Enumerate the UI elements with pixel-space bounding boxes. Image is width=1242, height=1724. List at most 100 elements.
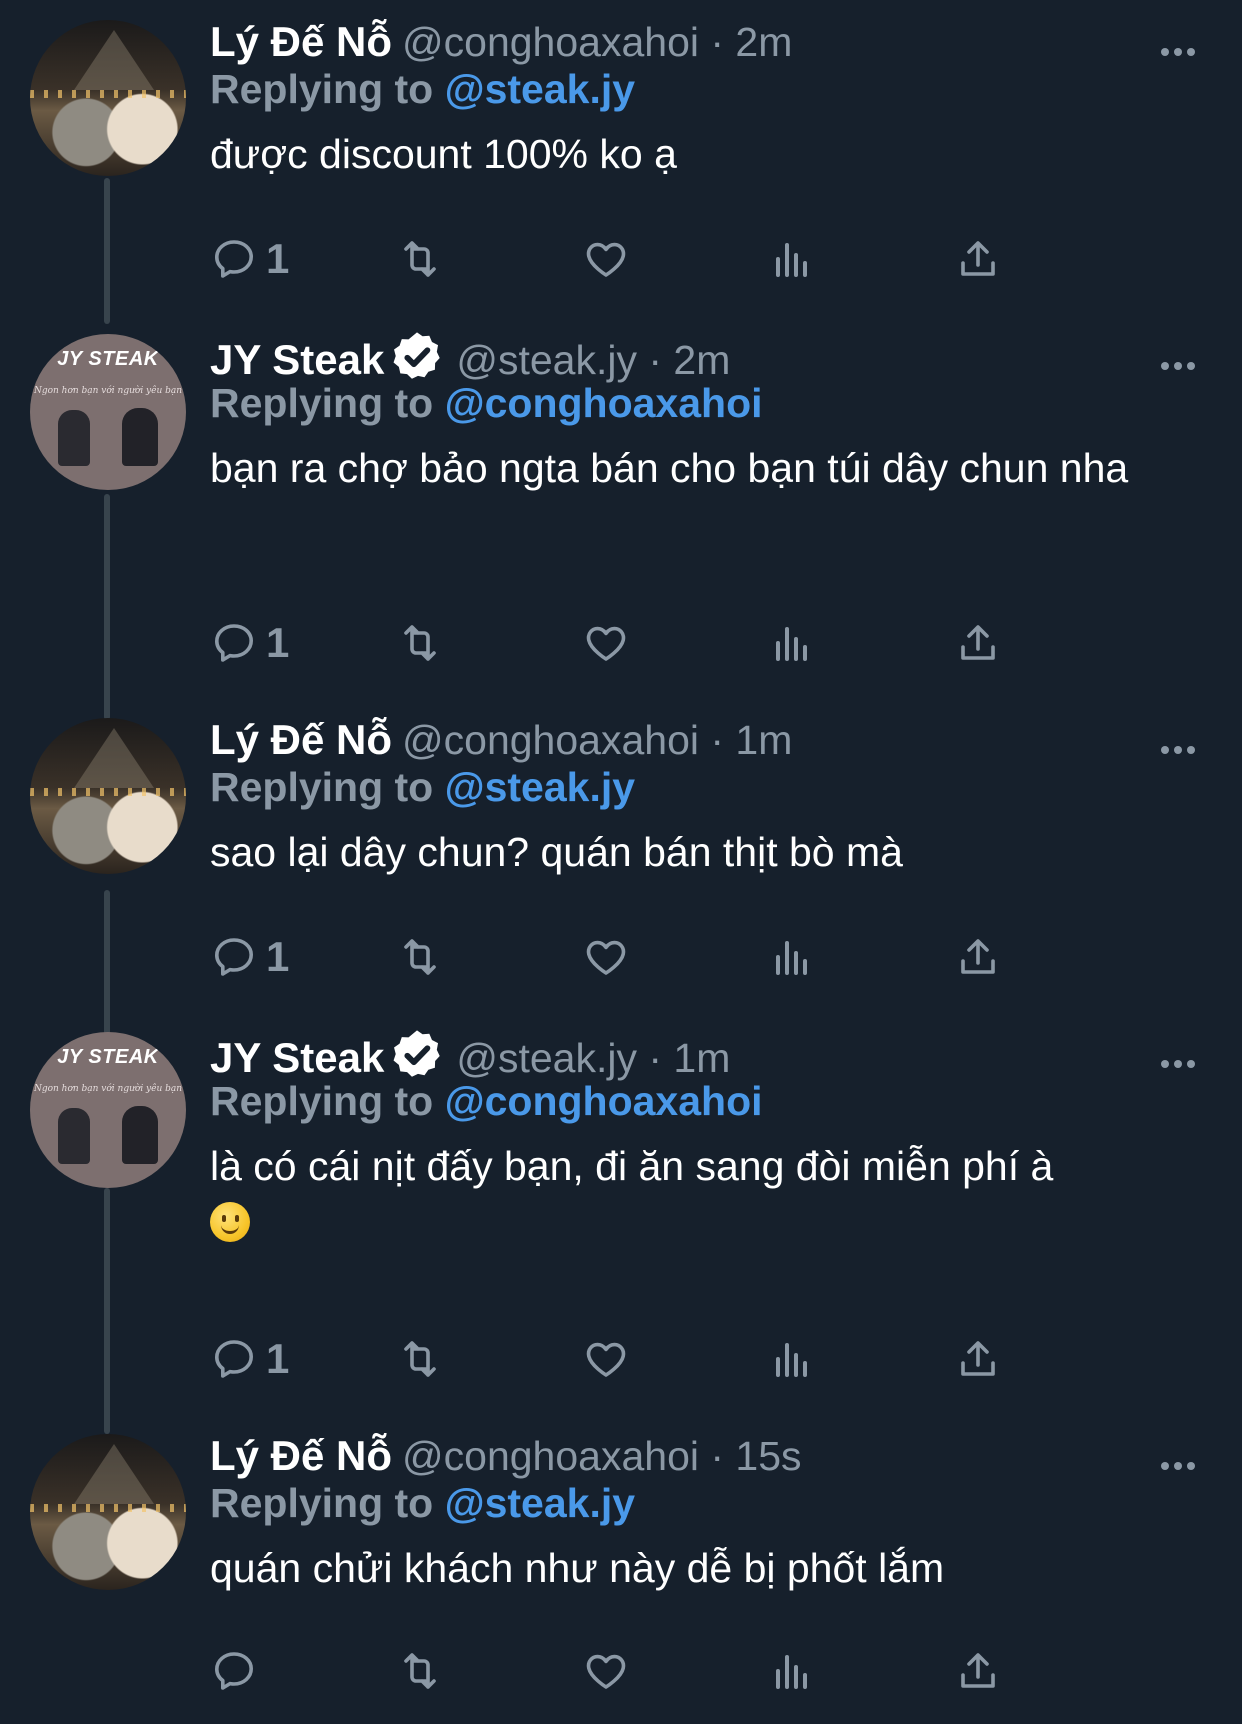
- share-icon: [961, 1341, 995, 1376]
- avatar[interactable]: JY STEAK Ngon hơn bạn với người yêu bạn: [30, 334, 186, 490]
- retweet-button[interactable]: [396, 1646, 444, 1696]
- like-button[interactable]: [582, 1334, 630, 1384]
- like-button[interactable]: [582, 1646, 630, 1696]
- handle-and-time: @conghoaxahoi · 1m: [402, 717, 793, 763]
- like-icon: [586, 1342, 626, 1377]
- replying-to: Replying to @steak.jy: [210, 1480, 636, 1526]
- share-button[interactable]: [954, 932, 1002, 982]
- tweet-text: sao lại dây chun? quán bán thịt bò mà: [210, 829, 903, 875]
- more-icon[interactable]: [1160, 1458, 1196, 1476]
- handle-and-time: @steak.jy · 1m: [456, 1035, 731, 1081]
- retweet-icon: [404, 1341, 436, 1377]
- analytics-icon: [776, 1343, 807, 1377]
- replying-to: Replying to @conghoaxahoi: [210, 380, 763, 426]
- display-name[interactable]: JY Steak: [210, 1034, 384, 1081]
- display-name[interactable]: Lý Đế Nỗ: [210, 18, 392, 65]
- mention-link[interactable]: @steak.jy: [445, 1480, 635, 1526]
- avatar[interactable]: [30, 20, 186, 176]
- display-name[interactable]: JY Steak: [210, 336, 384, 383]
- reply-button[interactable]: 1: [210, 618, 289, 668]
- reply-button[interactable]: 1: [210, 234, 289, 284]
- avatar[interactable]: [30, 718, 186, 874]
- retweet-icon: [404, 939, 436, 975]
- like-button[interactable]: [582, 932, 630, 982]
- action-bar: 1: [210, 1334, 1110, 1384]
- analytics-icon: [776, 243, 807, 277]
- share-icon: [961, 939, 995, 974]
- reply-button[interactable]: [210, 1646, 266, 1696]
- avatar[interactable]: JY STEAK Ngon hơn bạn với người yêu bạn: [30, 1032, 186, 1188]
- tweet-text: là có cái nịt đấy bạn, đi ăn sang đòi mi…: [210, 1142, 1180, 1246]
- retweet-icon: [404, 241, 436, 277]
- retweet-button[interactable]: [396, 932, 444, 982]
- analytics-icon: [776, 1655, 807, 1689]
- retweet-button[interactable]: [396, 618, 444, 668]
- reply-button[interactable]: 1: [210, 932, 289, 982]
- analytics-button[interactable]: [768, 1646, 816, 1696]
- like-button[interactable]: [582, 618, 630, 668]
- reply-count: 1: [266, 619, 290, 666]
- more-icon[interactable]: [1160, 742, 1196, 760]
- analytics-button[interactable]: [768, 618, 816, 668]
- handle-and-time: @steak.jy · 2m: [456, 337, 731, 383]
- replying-to: Replying to @steak.jy: [210, 66, 636, 112]
- thread-line: [104, 494, 110, 720]
- action-bar: 1: [210, 932, 1110, 982]
- share-icon: [961, 1653, 995, 1688]
- reply-button[interactable]: 1: [210, 1334, 289, 1384]
- mention-link[interactable]: @conghoaxahoi: [445, 380, 763, 426]
- reply-icon: [215, 240, 253, 278]
- tweet-text: bạn ra chợ bảo ngta bán cho bạn túi dây …: [210, 445, 1129, 491]
- action-bar: 1: [210, 618, 1110, 668]
- more-icon[interactable]: [1160, 358, 1196, 376]
- retweet-icon: [404, 625, 436, 661]
- share-button[interactable]: [954, 1334, 1002, 1384]
- tweet-text: được discount 100% ko ạ: [210, 131, 677, 177]
- more-icon[interactable]: [1160, 44, 1196, 62]
- like-icon: [586, 242, 626, 277]
- handle-and-time: @conghoaxahoi · 2m: [402, 19, 793, 65]
- reply-icon: [215, 1652, 253, 1690]
- reply-count: 1: [266, 1335, 290, 1382]
- analytics-button[interactable]: [768, 932, 816, 982]
- share-icon: [961, 625, 995, 660]
- analytics-icon: [776, 627, 807, 661]
- analytics-button[interactable]: [768, 1334, 816, 1384]
- action-bar: 1: [210, 234, 1110, 284]
- replying-to: Replying to @conghoaxahoi: [210, 1078, 763, 1124]
- tweet-text: quán chửi khách như này dễ bị phốt lắm: [210, 1545, 945, 1591]
- mention-link[interactable]: @conghoaxahoi: [445, 1078, 763, 1124]
- mention-link[interactable]: @steak.jy: [445, 66, 635, 112]
- reply-icon: [215, 624, 253, 662]
- retweet-button[interactable]: [396, 234, 444, 284]
- like-icon: [586, 940, 626, 975]
- reply-count: 1: [266, 235, 290, 282]
- like-icon: [586, 626, 626, 661]
- share-icon: [961, 241, 995, 276]
- verified-badge-icon: [393, 1030, 441, 1077]
- like-icon: [586, 1654, 626, 1689]
- like-button[interactable]: [582, 234, 630, 284]
- more-icon[interactable]: [1160, 1056, 1196, 1074]
- analytics-icon: [776, 941, 807, 975]
- share-button[interactable]: [954, 618, 1002, 668]
- action-bar: [210, 1646, 1110, 1696]
- share-button[interactable]: [954, 234, 1002, 284]
- display-name[interactable]: Lý Đế Nỗ: [210, 1432, 392, 1479]
- avatar[interactable]: [30, 1434, 186, 1590]
- reply-icon: [215, 1340, 253, 1378]
- retweet-button[interactable]: [396, 1334, 444, 1384]
- analytics-button[interactable]: [768, 234, 816, 284]
- thread-line: [104, 178, 110, 324]
- slightly-smiling-face-emoji: [210, 1202, 250, 1242]
- thread-line: [104, 890, 110, 1036]
- replying-to: Replying to @steak.jy: [210, 764, 636, 810]
- reply-icon: [215, 938, 253, 976]
- display-name[interactable]: Lý Đế Nỗ: [210, 716, 392, 763]
- thread-line: [104, 1188, 110, 1434]
- handle-and-time: @conghoaxahoi · 15s: [402, 1433, 802, 1479]
- share-button[interactable]: [954, 1646, 1002, 1696]
- retweet-icon: [404, 1653, 436, 1689]
- mention-link[interactable]: @steak.jy: [445, 764, 635, 810]
- verified-badge-icon: [393, 332, 441, 379]
